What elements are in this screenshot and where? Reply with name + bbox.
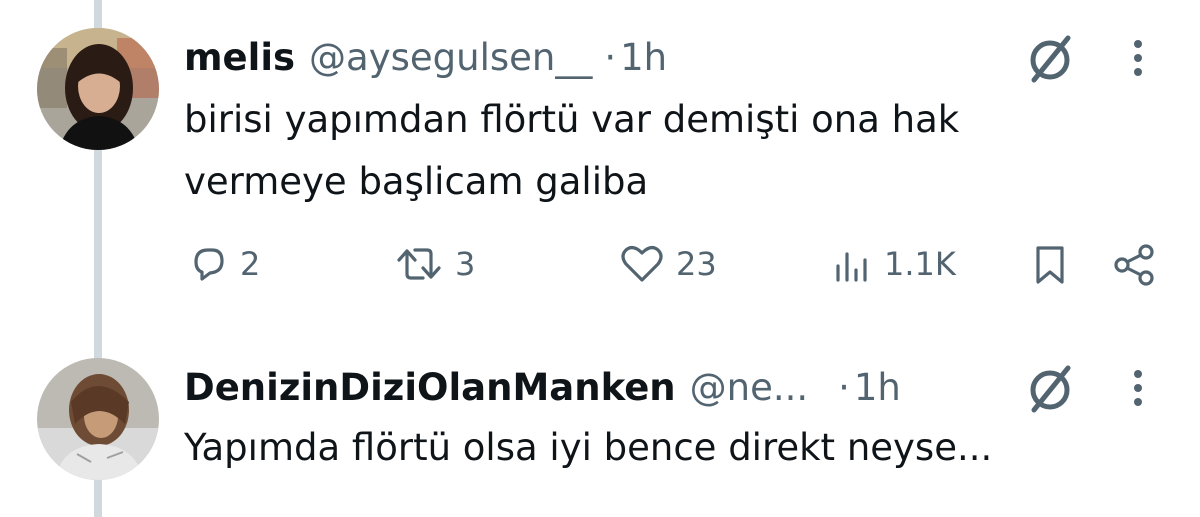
avatar[interactable]	[37, 28, 159, 150]
reply-button[interactable]: 2	[188, 244, 260, 284]
share-icon[interactable]	[1112, 242, 1158, 288]
more-vertical-icon[interactable]	[1128, 38, 1148, 82]
more-vertical-icon[interactable]	[1128, 368, 1148, 412]
view-count: 1.1K	[884, 245, 956, 283]
display-name[interactable]: melis	[184, 36, 295, 79]
separator-dot: ·	[838, 366, 850, 409]
retweet-button[interactable]: 3	[395, 244, 475, 284]
avatar[interactable]	[37, 358, 159, 480]
timestamp[interactable]: 1h	[854, 366, 901, 409]
separator-dot: ·	[604, 36, 617, 79]
grok-icon[interactable]	[1022, 360, 1078, 416]
retweet-icon	[397, 248, 441, 280]
like-count: 23	[676, 245, 717, 283]
user-handle[interactable]: @ne...	[690, 366, 809, 409]
bookmark-icon[interactable]	[1032, 244, 1068, 286]
grok-icon[interactable]	[1022, 30, 1078, 86]
tweet-text-line: birisi yapımdan flörtü var demişti ona h…	[184, 98, 960, 141]
tweet-text-line: Yapımda flörtü olsa iyi bence direkt ney…	[184, 426, 993, 469]
reply-icon	[194, 248, 224, 281]
views-button[interactable]: 1.1K	[832, 244, 956, 284]
tweet-header: DenizinDiziOlanManken @ne... · 1h	[184, 366, 901, 409]
user-handle[interactable]: @aysegulsen__	[309, 36, 592, 79]
retweet-count: 3	[455, 245, 476, 283]
reply-count: 2	[240, 245, 261, 283]
heart-icon	[621, 246, 663, 282]
views-icon	[836, 252, 867, 282]
display-name[interactable]: DenizinDiziOlanManken	[184, 366, 676, 409]
timestamp[interactable]: 1h	[620, 36, 667, 79]
tweet-text-line: vermeye başlicam galiba	[184, 160, 649, 203]
like-button[interactable]: 23	[620, 244, 717, 284]
tweet-header: melis @aysegulsen__ · 1h	[184, 36, 667, 79]
